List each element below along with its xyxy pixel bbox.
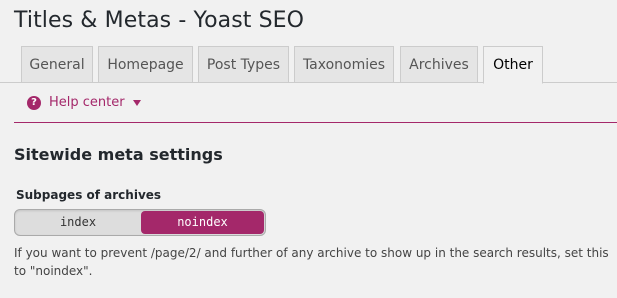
tab-bar: General Homepage Post Types Taxonomies A… bbox=[0, 46, 617, 84]
field-description: If you want to prevent /page/2/ and furt… bbox=[14, 246, 609, 278]
tab-homepage[interactable]: Homepage bbox=[98, 46, 193, 83]
field-label: Subpages of archives bbox=[16, 188, 162, 202]
question-circle-icon: ? bbox=[27, 96, 41, 110]
tab-post-types[interactable]: Post Types bbox=[198, 46, 289, 83]
noindex-option[interactable]: noindex bbox=[141, 211, 264, 234]
section-title: Sitewide meta settings bbox=[14, 145, 223, 164]
tab-other[interactable]: Other bbox=[483, 46, 543, 84]
help-center-label: Help center bbox=[49, 95, 125, 110]
tab-general[interactable]: General bbox=[21, 46, 93, 83]
index-toggle-switch[interactable]: index noindex bbox=[14, 209, 266, 236]
page-title: Titles & Metas - Yoast SEO bbox=[14, 8, 305, 33]
tab-archives[interactable]: Archives bbox=[400, 46, 478, 83]
chevron-down-icon bbox=[132, 100, 141, 106]
tab-taxonomies[interactable]: Taxonomies bbox=[294, 46, 394, 83]
help-center-divider bbox=[14, 122, 617, 123]
index-option[interactable]: index bbox=[16, 211, 140, 234]
help-center-toggle[interactable]: ? Help center bbox=[27, 93, 141, 113]
